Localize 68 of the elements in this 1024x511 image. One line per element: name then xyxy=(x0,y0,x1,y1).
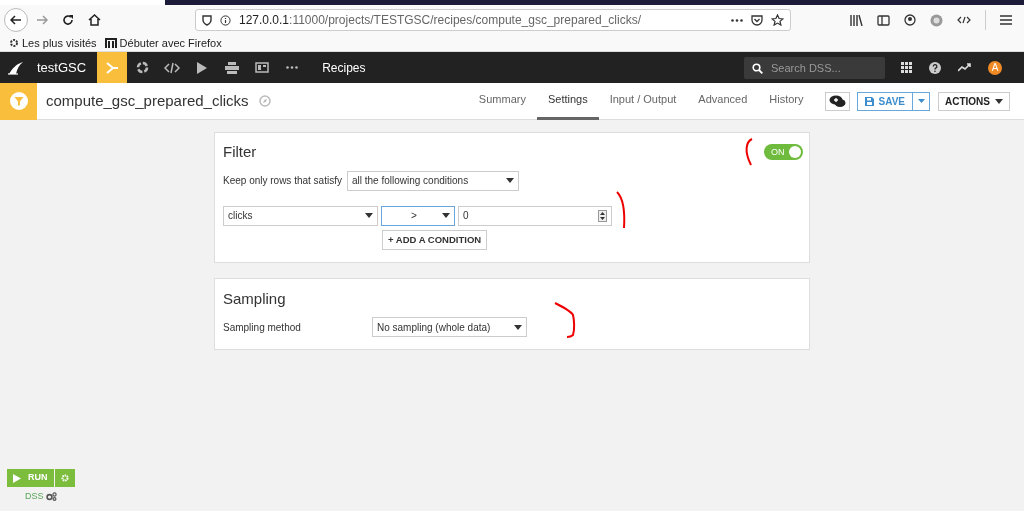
star-icon[interactable] xyxy=(771,14,784,26)
code-icon xyxy=(164,61,181,74)
panel-title: Filter xyxy=(223,142,257,162)
field-label: Sampling method xyxy=(223,320,302,335)
funnel-icon xyxy=(9,92,28,110)
trend-icon[interactable] xyxy=(958,63,971,72)
sidebar-icon[interactable] xyxy=(877,14,890,26)
page-actions-icon xyxy=(731,18,743,22)
play-icon xyxy=(197,61,208,74)
caret-icon xyxy=(917,99,925,103)
pocket-icon[interactable] xyxy=(751,14,763,26)
apps-grid-icon[interactable] xyxy=(901,62,912,73)
project-name[interactable]: testGSC xyxy=(37,57,87,78)
recipe-tab[interactable]: Summary xyxy=(467,82,537,120)
field-label: Keep only rows that satisfy xyxy=(223,174,342,188)
home-icon[interactable] xyxy=(88,14,101,26)
recipe-tab[interactable]: History xyxy=(758,82,815,120)
caret-icon xyxy=(505,178,514,183)
recipe-name: compute_gsc_prepared_clicks xyxy=(46,90,249,111)
discussion-button[interactable] xyxy=(824,91,850,111)
condition-mode-select[interactable]: all the following conditions xyxy=(346,170,519,191)
chat-bubbles-icon xyxy=(828,94,846,108)
gears-icon xyxy=(45,492,57,502)
play-icon xyxy=(13,473,21,483)
caret-icon xyxy=(365,213,373,218)
printer-icon xyxy=(225,61,240,74)
forward-arrow-icon[interactable] xyxy=(36,15,48,25)
reload-icon[interactable] xyxy=(62,14,74,26)
ring-icon xyxy=(135,61,149,74)
back-arrow-icon xyxy=(10,15,22,25)
recipe-tab[interactable]: Input / Output xyxy=(598,82,688,120)
m-logo-icon xyxy=(104,38,117,48)
search-icon xyxy=(752,62,763,74)
url-host: 127.0.0.1 xyxy=(239,13,290,27)
help-icon[interactable] xyxy=(929,61,941,74)
recipe-tab[interactable]: Settings xyxy=(536,82,599,120)
url-field[interactable]: 127.0.0.1:11000/projects/TESTGSC/recipes/compute_gsc_prepared_clicks/ xyxy=(195,9,791,31)
code-icon[interactable] xyxy=(957,16,971,24)
column-select[interactable]: clicks xyxy=(223,205,378,226)
nav-tab[interactable] xyxy=(97,52,128,83)
add-condition-button[interactable]: + ADD A CONDITION xyxy=(382,229,488,250)
bookmark-link[interactable]: Débuter avec Firefox xyxy=(104,34,222,52)
annotation-mark xyxy=(615,190,627,230)
url-path: :11000/projects/TESTGSC/recipes/compute_gsc_prepared_clicks/ xyxy=(289,13,641,27)
search-field[interactable]: Search DSS... xyxy=(744,56,885,79)
recipe-tab[interactable]: Advanced xyxy=(687,82,759,120)
dashboard-icon xyxy=(255,62,270,73)
library-icon[interactable] xyxy=(850,14,863,26)
flow-icon xyxy=(105,61,120,74)
value-field[interactable]: 0 xyxy=(458,205,612,226)
sampling-method-select[interactable]: No sampling (whole data) xyxy=(372,317,527,338)
info-icon xyxy=(220,14,231,26)
actions-button[interactable]: ACTIONS xyxy=(938,91,1010,111)
panel-title: Sampling xyxy=(223,288,287,309)
bookmark-link[interactable]: Les plus visités xyxy=(9,34,97,52)
caret-icon xyxy=(514,324,522,330)
shield-icon xyxy=(202,14,212,26)
spinner-icon[interactable] xyxy=(598,209,607,222)
caret-icon xyxy=(442,213,450,218)
section-title[interactable]: Recipes xyxy=(322,58,366,77)
caret-icon xyxy=(995,98,1003,104)
back-button[interactable] xyxy=(4,8,28,32)
more-icon xyxy=(286,66,299,69)
annotation-mark xyxy=(553,300,577,339)
account-icon[interactable] xyxy=(904,14,916,26)
bird-logo-icon[interactable] xyxy=(8,60,24,75)
operator-select[interactable]: > xyxy=(381,205,455,226)
menu-icon[interactable] xyxy=(1000,15,1012,25)
